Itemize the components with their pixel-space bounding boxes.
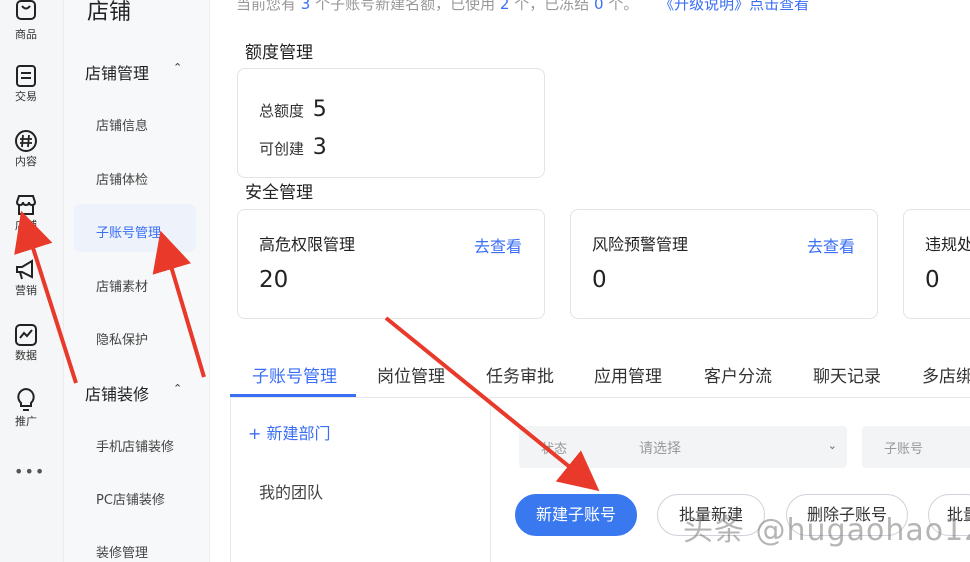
rail-label: 店铺 [15,219,37,232]
security-card-violation: 违规处 0 [903,209,970,319]
hashtag-icon [15,130,37,152]
view-link[interactable]: 去查看 [807,233,855,257]
quota-available-value: 3 [312,135,327,160]
active-tab-indicator [230,394,356,397]
chevron-up-icon: ⌃ [173,61,183,74]
security-card-title: 违规处 [925,235,970,254]
security-card-count: 20 [259,267,289,293]
tab-subaccount[interactable]: 子账号管理 [252,362,337,387]
security-section-title: 安全管理 [245,183,313,203]
quota-total-value: 5 [312,97,327,122]
secondary-sidebar: 店铺 店铺管理 ⌃ 店铺信息 店铺体检 子账号管理 店铺素材 隐私保护 店铺装修… [64,0,210,562]
more-icon[interactable]: ••• [14,462,45,481]
sidebar-item-shop-assets[interactable]: 店铺素材 [96,276,148,295]
sidebar-group-shop-management[interactable]: 店铺管理 ⌃ [85,60,182,84]
sidebar-title: 店铺 [87,0,132,25]
create-subaccount-button[interactable]: 新建子账号 [515,494,637,536]
department-panel: + 新建部门 我的团队 [230,398,491,562]
rail-label: 营销 [15,284,37,297]
quota-section-title: 额度管理 [245,43,313,63]
notice-text: 个。 [608,0,639,13]
department-item-my-team[interactable]: 我的团队 [259,479,323,503]
rail-label: 交易 [15,90,37,103]
security-card-count: 0 [592,267,607,293]
notice-total: 3 [300,0,311,13]
sidebar-group-decoration[interactable]: 店铺装修 ⌃ [85,381,182,405]
quota-card: 总额度 5 可创建 3 [237,68,545,178]
rail-item-promotion[interactable]: 推广 [0,387,52,429]
rail-label: 商品 [15,28,37,41]
new-department-button[interactable]: + 新建部门 [248,420,331,444]
rail-item-content[interactable]: 内容 [0,129,52,169]
chevron-up-icon: ⌃ [173,382,183,395]
quota-available: 可创建 3 [259,135,327,160]
rail-item-product[interactable]: 商品 [0,0,52,42]
bulb-icon [17,387,35,411]
security-card-risk-warning: 风险预警管理 去查看 0 [570,209,878,319]
watermark: 头条 @hugaohao123 [683,513,970,548]
rail-label: 数据 [15,349,37,362]
security-card-count: 0 [925,267,940,293]
upgrade-info-link[interactable]: 《升级说明》点击查看 [659,0,809,13]
subaccount-filter-input[interactable]: 子账号 [862,426,970,468]
rail-label: 推广 [15,415,37,428]
sidebar-item-decoration-management[interactable]: 装修管理 [96,542,148,561]
shop-icon [15,195,37,215]
quota-total: 总额度 5 [259,97,327,122]
security-card-title: 高危权限管理 [259,235,356,254]
rail-item-order[interactable]: 交易 [0,64,52,104]
quota-notice: 当前您有 3 个子账号新建名额，已使用 2 个，已冻结 0 个。 《升级说明》点… [236,0,809,14]
tab-positions[interactable]: 岗位管理 [377,362,445,387]
tab-chat-records[interactable]: 聊天记录 [813,362,881,387]
tab-customer-routing[interactable]: 客户分流 [704,362,772,387]
notice-frozen: 0 [594,0,604,13]
chart-icon [15,324,37,346]
sidebar-item-shop-info[interactable]: 店铺信息 [96,115,148,134]
view-link[interactable]: 去查看 [474,233,522,257]
status-filter-placeholder: 请选择 [639,441,681,457]
notice-text: 个子账号新建名额，已使用 [315,0,496,13]
sidebar-item-mobile-decoration[interactable]: 手机店铺装修 [96,436,174,455]
sidebar-group-label: 店铺管理 [85,64,150,83]
primary-nav-rail: 商品 交易 内容 店铺 营销 数据 推广 ••• [0,0,64,562]
tab-app-management[interactable]: 应用管理 [594,362,662,387]
order-icon [16,65,36,87]
status-filter-label: 状态 [541,442,568,457]
notice-text: 当前您有 [236,0,297,13]
security-card-high-risk: 高危权限管理 去查看 20 [237,209,545,319]
rail-item-data[interactable]: 数据 [0,323,52,363]
sidebar-item-shop-checkup[interactable]: 店铺体检 [96,169,148,188]
sidebar-item-subaccount[interactable]: 子账号管理 [96,222,161,241]
notice-text: 个，已冻结 [514,0,590,13]
notice-used: 2 [499,0,510,13]
quota-available-label: 可创建 [259,140,305,158]
quota-total-label: 总额度 [259,102,305,120]
sidebar-group-label: 店铺装修 [85,385,150,404]
sidebar-item-privacy[interactable]: 隐私保护 [96,329,148,348]
subaccount-tabs: 子账号管理 岗位管理 任务审批 应用管理 客户分流 聊天记录 多店绑 [230,352,970,398]
rail-item-marketing[interactable]: 营销 [0,258,52,298]
security-card-title: 风险预警管理 [592,235,689,254]
sidebar-item-pc-decoration[interactable]: PC店铺装修 [96,489,165,508]
subaccount-filter-label: 子账号 [884,442,924,457]
product-icon [16,0,36,20]
megaphone-icon [16,259,33,280]
status-filter-select[interactable]: 状态 请选择 ⌄ [519,426,847,468]
rail-label: 内容 [15,155,37,168]
tab-task-approval[interactable]: 任务审批 [486,362,554,387]
chevron-down-icon: ⌄ [827,439,837,452]
rail-item-shop[interactable]: 店铺 [0,193,52,233]
tab-multi-shop[interactable]: 多店绑 [922,362,970,387]
